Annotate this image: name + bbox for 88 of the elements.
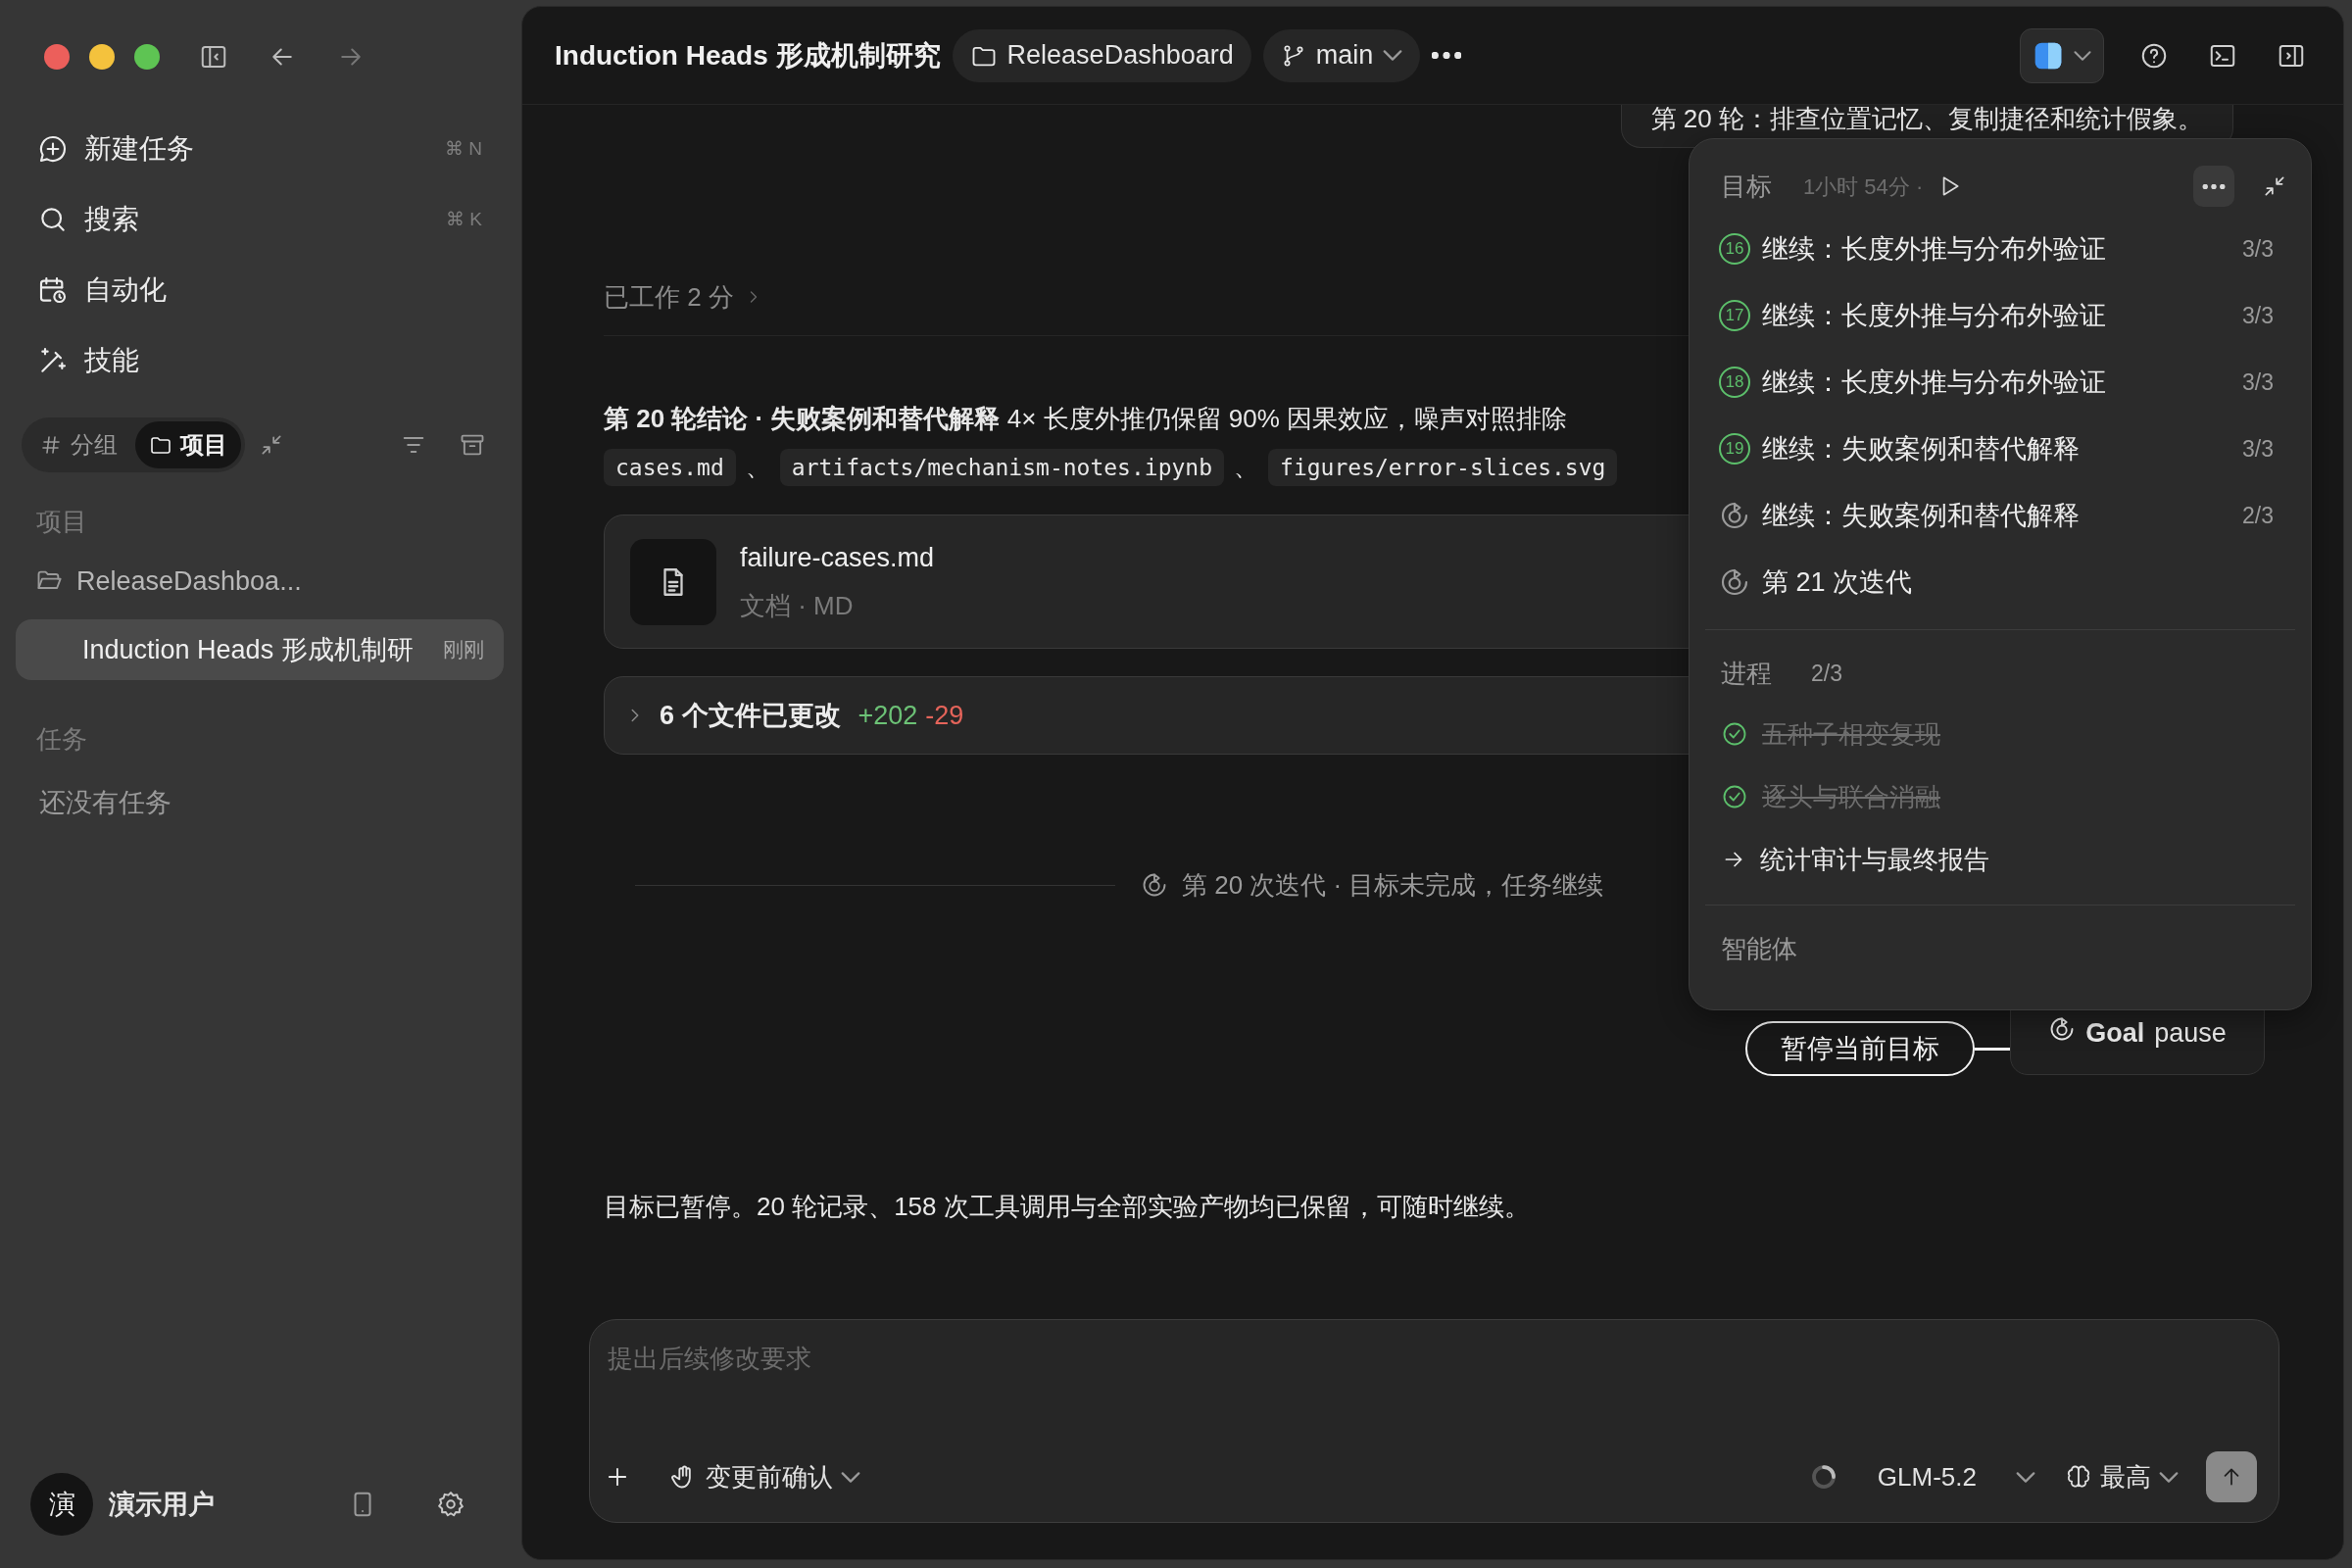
item-label: 自动化 bbox=[84, 273, 167, 307]
progress-count: 3/3 bbox=[2242, 234, 2274, 264]
message-text: 目标已暂停。20 轮记录、158 次工具调用与全部实验产物均已保留，可随时继续。 bbox=[604, 1191, 1531, 1223]
calendar-clock-icon bbox=[37, 274, 69, 306]
item-label: ReleaseDashboa... bbox=[76, 564, 302, 598]
chevron-down-icon bbox=[841, 1471, 860, 1483]
sidebar-item[interactable]: 技能 bbox=[22, 325, 498, 396]
goal-item[interactable]: 17 继续：长度外推与分布外验证 3/3 bbox=[1690, 282, 2311, 349]
shortcut-hint: ⌘ N bbox=[445, 136, 482, 161]
step-number: 16 bbox=[1719, 233, 1750, 265]
empty-message: 还没有任务 bbox=[38, 786, 172, 819]
added-count: +202 bbox=[858, 699, 918, 732]
step-number: 18 bbox=[1719, 367, 1750, 398]
removed-count: -29 bbox=[925, 699, 964, 732]
goal-item[interactable]: 16 继续：长度外推与分布外验证 3/3 bbox=[1690, 216, 2311, 282]
new-task-icon bbox=[37, 133, 69, 165]
branch-chip[interactable]: main bbox=[1262, 28, 1421, 82]
goal-item[interactable]: 19 继续：失败案例和替代解释 3/3 bbox=[1690, 416, 2311, 482]
step-label: 五种子相变复现 bbox=[1762, 717, 1940, 751]
file-path: figures/error-slices.svg bbox=[1268, 448, 1618, 487]
iteration-icon bbox=[1141, 871, 1168, 899]
item-label: 继续：长度外推与分布外验证 bbox=[1762, 366, 2106, 399]
separator-text: 、 bbox=[745, 452, 770, 483]
sidebar-item[interactable]: 自动化 bbox=[22, 255, 498, 325]
project-item[interactable]: ReleaseDashboa... bbox=[16, 551, 504, 612]
hash-icon bbox=[39, 433, 63, 457]
project-item[interactable]: Induction Heads 形成机制研 刚刚 bbox=[16, 619, 504, 680]
progress-count: 3/3 bbox=[2242, 301, 2274, 330]
sidebar-item[interactable]: 搜索 ⌘ K bbox=[22, 184, 498, 255]
sidebar-item[interactable]: 新建任务 ⌘ N bbox=[22, 114, 498, 184]
view-tab[interactable]: 项目 bbox=[135, 421, 241, 468]
leader-line bbox=[1975, 1048, 2010, 1051]
separator-text: 、 bbox=[1234, 452, 1259, 483]
chevron-down-icon bbox=[1383, 50, 1403, 61]
project-chip[interactable]: ReleaseDashboard bbox=[952, 28, 1251, 82]
item-label: 技能 bbox=[84, 344, 139, 377]
composer-field[interactable]: 提出后续修改要求 变更前确认 GLM-5.2 最高 bbox=[589, 1319, 2279, 1523]
item-label: 新建任务 bbox=[84, 132, 194, 166]
timestamp: 刚刚 bbox=[443, 637, 484, 663]
file-meta: 文档 · MD bbox=[740, 590, 855, 623]
step-number: 17 bbox=[1719, 300, 1750, 331]
progress-count: 3/3 bbox=[2242, 368, 2274, 397]
user-name: 演示用户 bbox=[109, 1488, 215, 1521]
file-path: artifacts/mechanism-notes.ipynb bbox=[779, 448, 1225, 487]
effort-dropdown[interactable]: 最高 bbox=[2055, 1451, 2188, 1502]
item-label: 继续：长度外推与分布外验证 bbox=[1762, 299, 2106, 332]
more-icon[interactable] bbox=[1432, 52, 1462, 59]
section-heading: 项目 bbox=[35, 505, 88, 538]
chevron-down-icon bbox=[2016, 1471, 2035, 1483]
panel-title: 目标 bbox=[1721, 170, 1772, 203]
app-switcher[interactable] bbox=[2020, 27, 2104, 83]
chevron-down-icon bbox=[2074, 50, 2091, 61]
changes-label: 6 个文件已更改 bbox=[660, 699, 841, 732]
section-heading: 智能体 bbox=[1720, 932, 1798, 965]
callout-label: 暂停当前目标 bbox=[1745, 1021, 1975, 1076]
chevron-down-icon bbox=[2159, 1471, 2179, 1483]
item-label: 第 21 次迭代 bbox=[1762, 565, 1913, 599]
section-heading: 任务 bbox=[35, 722, 88, 756]
shortcut-hint: ⌘ K bbox=[446, 207, 482, 231]
more-icon bbox=[2202, 183, 2226, 189]
send-button[interactable] bbox=[2206, 1451, 2257, 1502]
progress-count: 3/3 bbox=[2242, 434, 2274, 464]
more-button[interactable] bbox=[2193, 166, 2234, 207]
item-label: Induction Heads 形成机制研 bbox=[82, 633, 414, 666]
zoom-button[interactable] bbox=[134, 44, 160, 70]
goal-item[interactable]: 18 继续：长度外推与分布外验证 3/3 bbox=[1690, 349, 2311, 416]
minimize-button[interactable] bbox=[89, 44, 115, 70]
step-label: 逐头与联合消融 bbox=[1762, 780, 1940, 813]
summary-text: 第 20 轮结论 · 失败案例和替代解释 4× 长度外推仍保留 90% 因果效应，噪声对照排除 bbox=[604, 403, 1568, 435]
file-path: cases.md bbox=[604, 448, 736, 487]
item-label: 搜索 bbox=[84, 203, 139, 236]
elapsed-time: 1小时 54分 · bbox=[1803, 172, 1924, 201]
step-number: 19 bbox=[1719, 433, 1750, 465]
item-label: 继续：失败案例和替代解释 bbox=[1762, 432, 2080, 466]
model-dropdown[interactable]: GLM-5.2 bbox=[1867, 1451, 2045, 1502]
close-button[interactable] bbox=[44, 44, 70, 70]
view-tab[interactable]: 分组 bbox=[25, 421, 131, 468]
status-text: 已工作 2 分 bbox=[604, 280, 734, 314]
settings-icon[interactable] bbox=[436, 1490, 466, 1519]
window-title: Induction Heads 形成机制研究 bbox=[555, 38, 941, 73]
item-label: 继续：长度外推与分布外验证 bbox=[1762, 232, 2106, 266]
iteration-text: 第 20 次迭代 · 目标未完成，任务继续 bbox=[1182, 868, 1604, 902]
step-label: 统计审计与最终报告 bbox=[1760, 843, 1989, 876]
approval-dropdown[interactable]: 变更前确认 bbox=[661, 1451, 870, 1502]
avatar[interactable]: 演 bbox=[30, 1473, 93, 1536]
iteration-icon bbox=[1719, 566, 1750, 598]
iteration-icon bbox=[1719, 500, 1750, 531]
file-name: failure-cases.md bbox=[740, 541, 935, 574]
